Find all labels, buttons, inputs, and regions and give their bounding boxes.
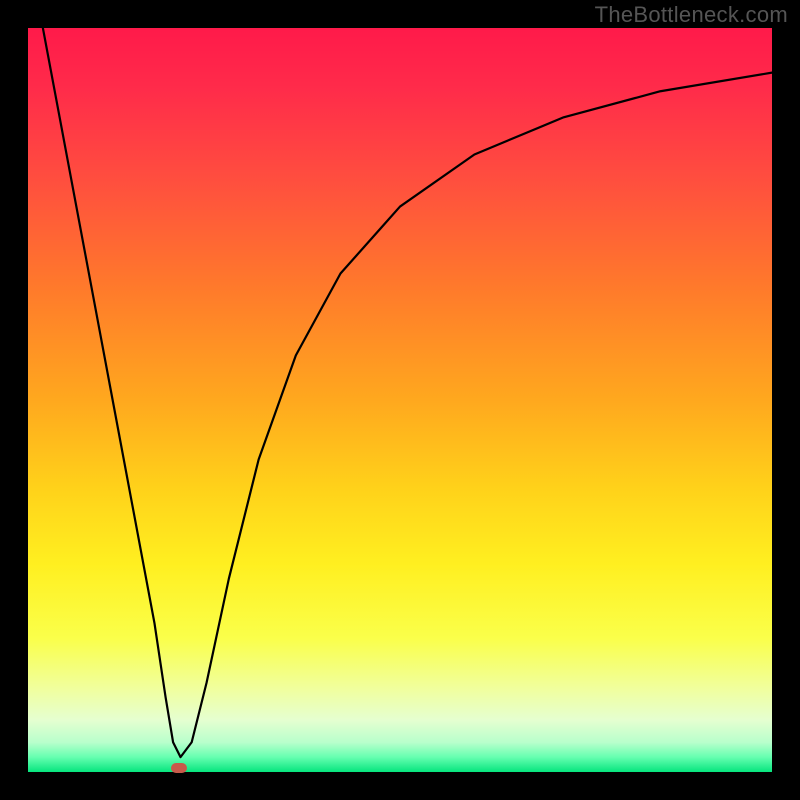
watermark-text: TheBottleneck.com — [595, 2, 788, 28]
gradient-background — [28, 28, 772, 772]
plot-area — [28, 28, 772, 772]
marker-point — [171, 763, 187, 773]
chart-container: TheBottleneck.com — [0, 0, 800, 800]
